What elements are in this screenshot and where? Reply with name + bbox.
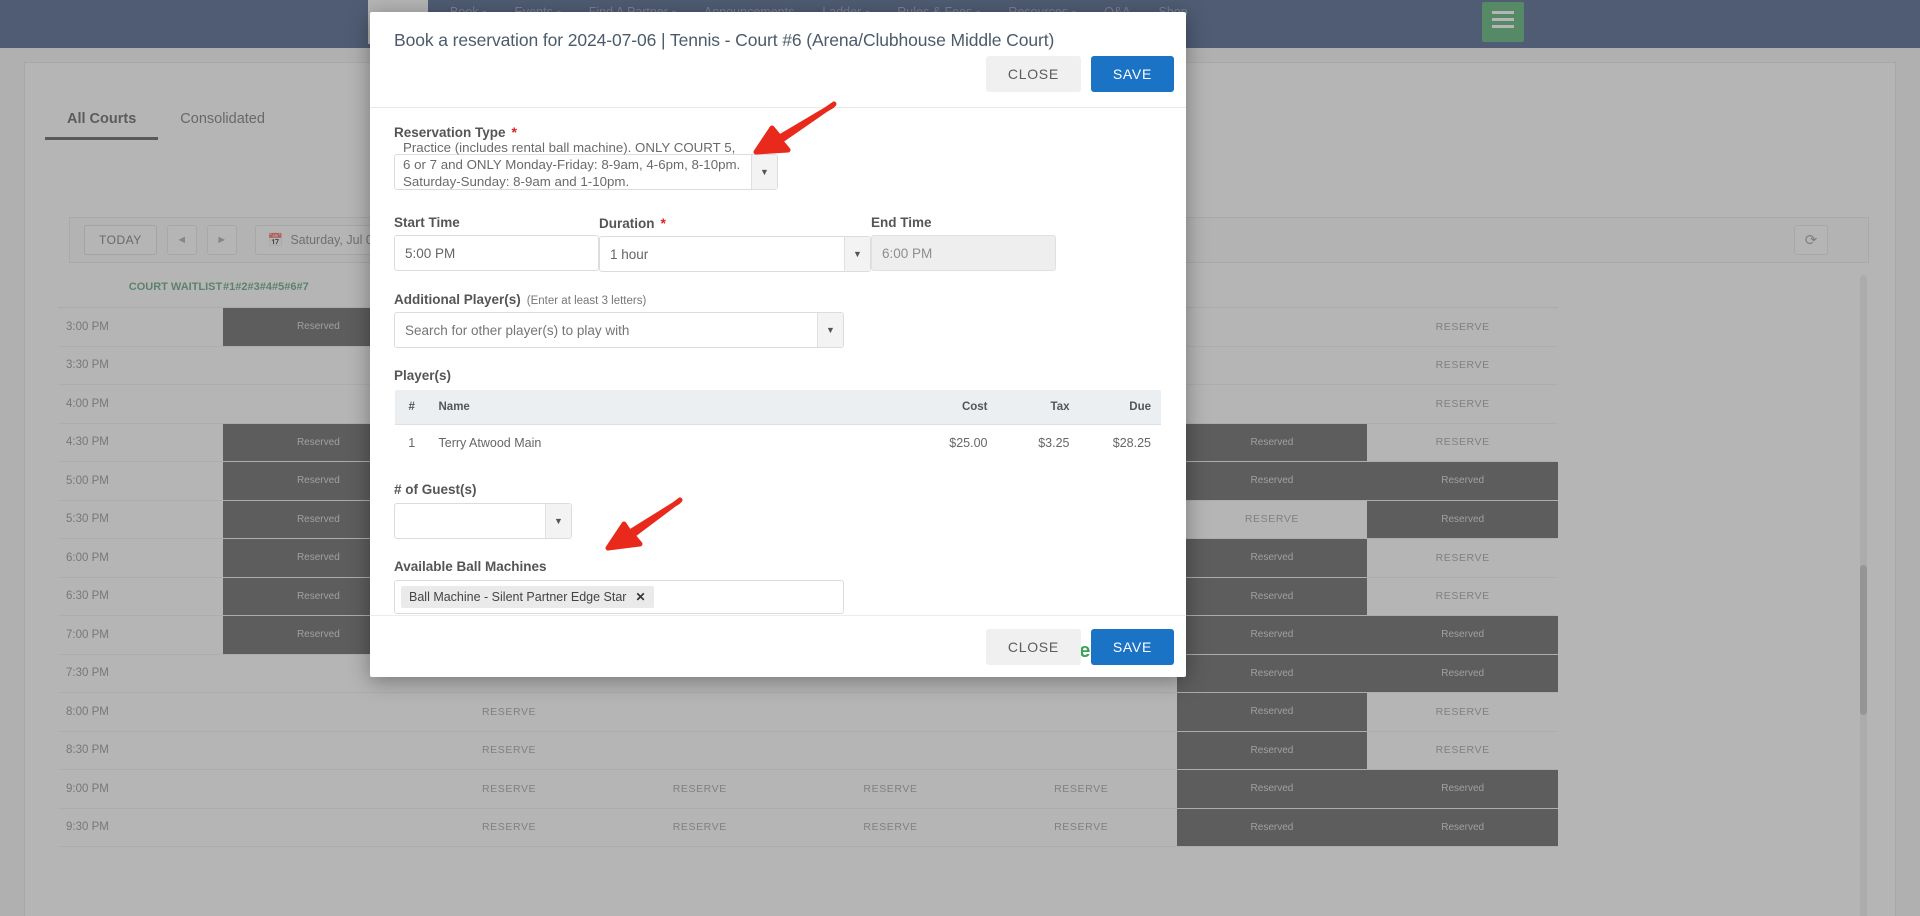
col-header-cost: Cost xyxy=(915,390,998,425)
duration-group: Duration * 1 hour ▼ xyxy=(599,215,871,272)
players-table-body: 1 Terry Atwood Main $25.00 $3.25 $28.25 xyxy=(395,424,1161,461)
close-button-bottom[interactable]: CLOSE xyxy=(985,628,1081,665)
modal-title: Book a reservation for 2024-07-06 | Tenn… xyxy=(394,30,1055,50)
duration-value: 1 hour xyxy=(610,246,649,262)
ball-machine-chip[interactable]: Ball Machine - Silent Partner Edge Star … xyxy=(401,586,654,608)
close-button-top[interactable]: CLOSE xyxy=(985,56,1081,92)
ball-machines-label: Available Ball Machines xyxy=(394,559,547,574)
cell-due: $28.25 xyxy=(1079,424,1161,461)
reservation-type-label: Reservation Type * xyxy=(394,124,517,140)
col-header-name: Name xyxy=(428,390,916,425)
additional-players-label: Additional Player(s) (Enter at least 3 l… xyxy=(394,292,647,307)
guests-dropdown[interactable]: ▼ xyxy=(394,503,572,539)
players-table: # Name Cost Tax Due 1 Terry Atwood Main … xyxy=(394,389,1162,462)
cell-tax: $3.25 xyxy=(997,424,1080,461)
modal-footer: CLOSE SAVE xyxy=(370,615,1186,677)
cell-cost: $25.00 xyxy=(915,424,998,461)
duration-dropdown[interactable]: 1 hour ▼ xyxy=(599,236,871,272)
chevron-down-icon[interactable]: ▼ xyxy=(817,313,843,347)
additional-players-hint: (Enter at least 3 letters) xyxy=(526,295,647,307)
col-header-number: # xyxy=(395,390,429,425)
reservation-type-value: Practice (includes rental ball machine).… xyxy=(403,140,741,189)
modal-body: Reservation Type * Practice (includes re… xyxy=(370,108,1186,663)
col-header-due: Due xyxy=(1079,390,1161,425)
screen: MIC Book▾ Events▾ Find A Partner▾ Announ… xyxy=(0,0,1920,916)
start-time-label: Start Time xyxy=(394,215,460,230)
cell-name: Terry Atwood Main xyxy=(428,424,916,461)
reservation-type-row: Practice (includes rental ball machine).… xyxy=(394,140,1162,195)
additional-players-input[interactable] xyxy=(395,313,817,347)
modal-header: Book a reservation for 2024-07-06 | Tenn… xyxy=(370,12,1186,108)
close-icon[interactable]: ✕ xyxy=(635,590,645,604)
chevron-down-icon[interactable]: ▼ xyxy=(751,155,777,189)
required-marker: * xyxy=(660,215,666,231)
col-header-tax: Tax xyxy=(997,390,1080,425)
table-row: 1 Terry Atwood Main $25.00 $3.25 $28.25 xyxy=(395,424,1161,461)
guests-value xyxy=(395,503,545,539)
start-time-group: Start Time 5:00 PM xyxy=(394,215,599,272)
chevron-down-icon[interactable]: ▼ xyxy=(545,504,571,538)
save-button-top[interactable]: SAVE xyxy=(1090,56,1174,92)
players-table-head: # Name Cost Tax Due xyxy=(395,390,1161,425)
end-time-group: End Time 6:00 PM xyxy=(871,215,1056,272)
time-fields-row: Start Time 5:00 PM Duration * 1 hour ▼ E… xyxy=(394,215,1162,272)
end-time-input: 6:00 PM xyxy=(871,235,1056,271)
guests-label: # of Guest(s) xyxy=(394,482,477,497)
ball-machine-chip-label: Ball Machine - Silent Partner Edge Star xyxy=(409,590,627,604)
start-time-input[interactable]: 5:00 PM xyxy=(394,235,599,271)
additional-players-search[interactable]: ▼ xyxy=(394,312,844,348)
required-marker: * xyxy=(511,124,517,140)
chevron-down-icon[interactable]: ▼ xyxy=(844,237,870,271)
ball-machines-field[interactable]: Ball Machine - Silent Partner Edge Star … xyxy=(394,580,844,614)
cell-number: 1 xyxy=(395,424,429,461)
reservation-type-dropdown[interactable]: Practice (includes rental ball machine).… xyxy=(394,140,778,190)
booking-modal: Book a reservation for 2024-07-06 | Tenn… xyxy=(370,12,1186,677)
end-time-label: End Time xyxy=(871,215,932,230)
modal-header-actions: CLOSE SAVE xyxy=(985,56,1174,92)
players-section-title: Player(s) xyxy=(394,368,452,383)
duration-label: Duration * xyxy=(599,215,666,231)
save-button-bottom[interactable]: SAVE xyxy=(1090,628,1174,665)
players-header-row: # Name Cost Tax Due xyxy=(395,390,1161,425)
